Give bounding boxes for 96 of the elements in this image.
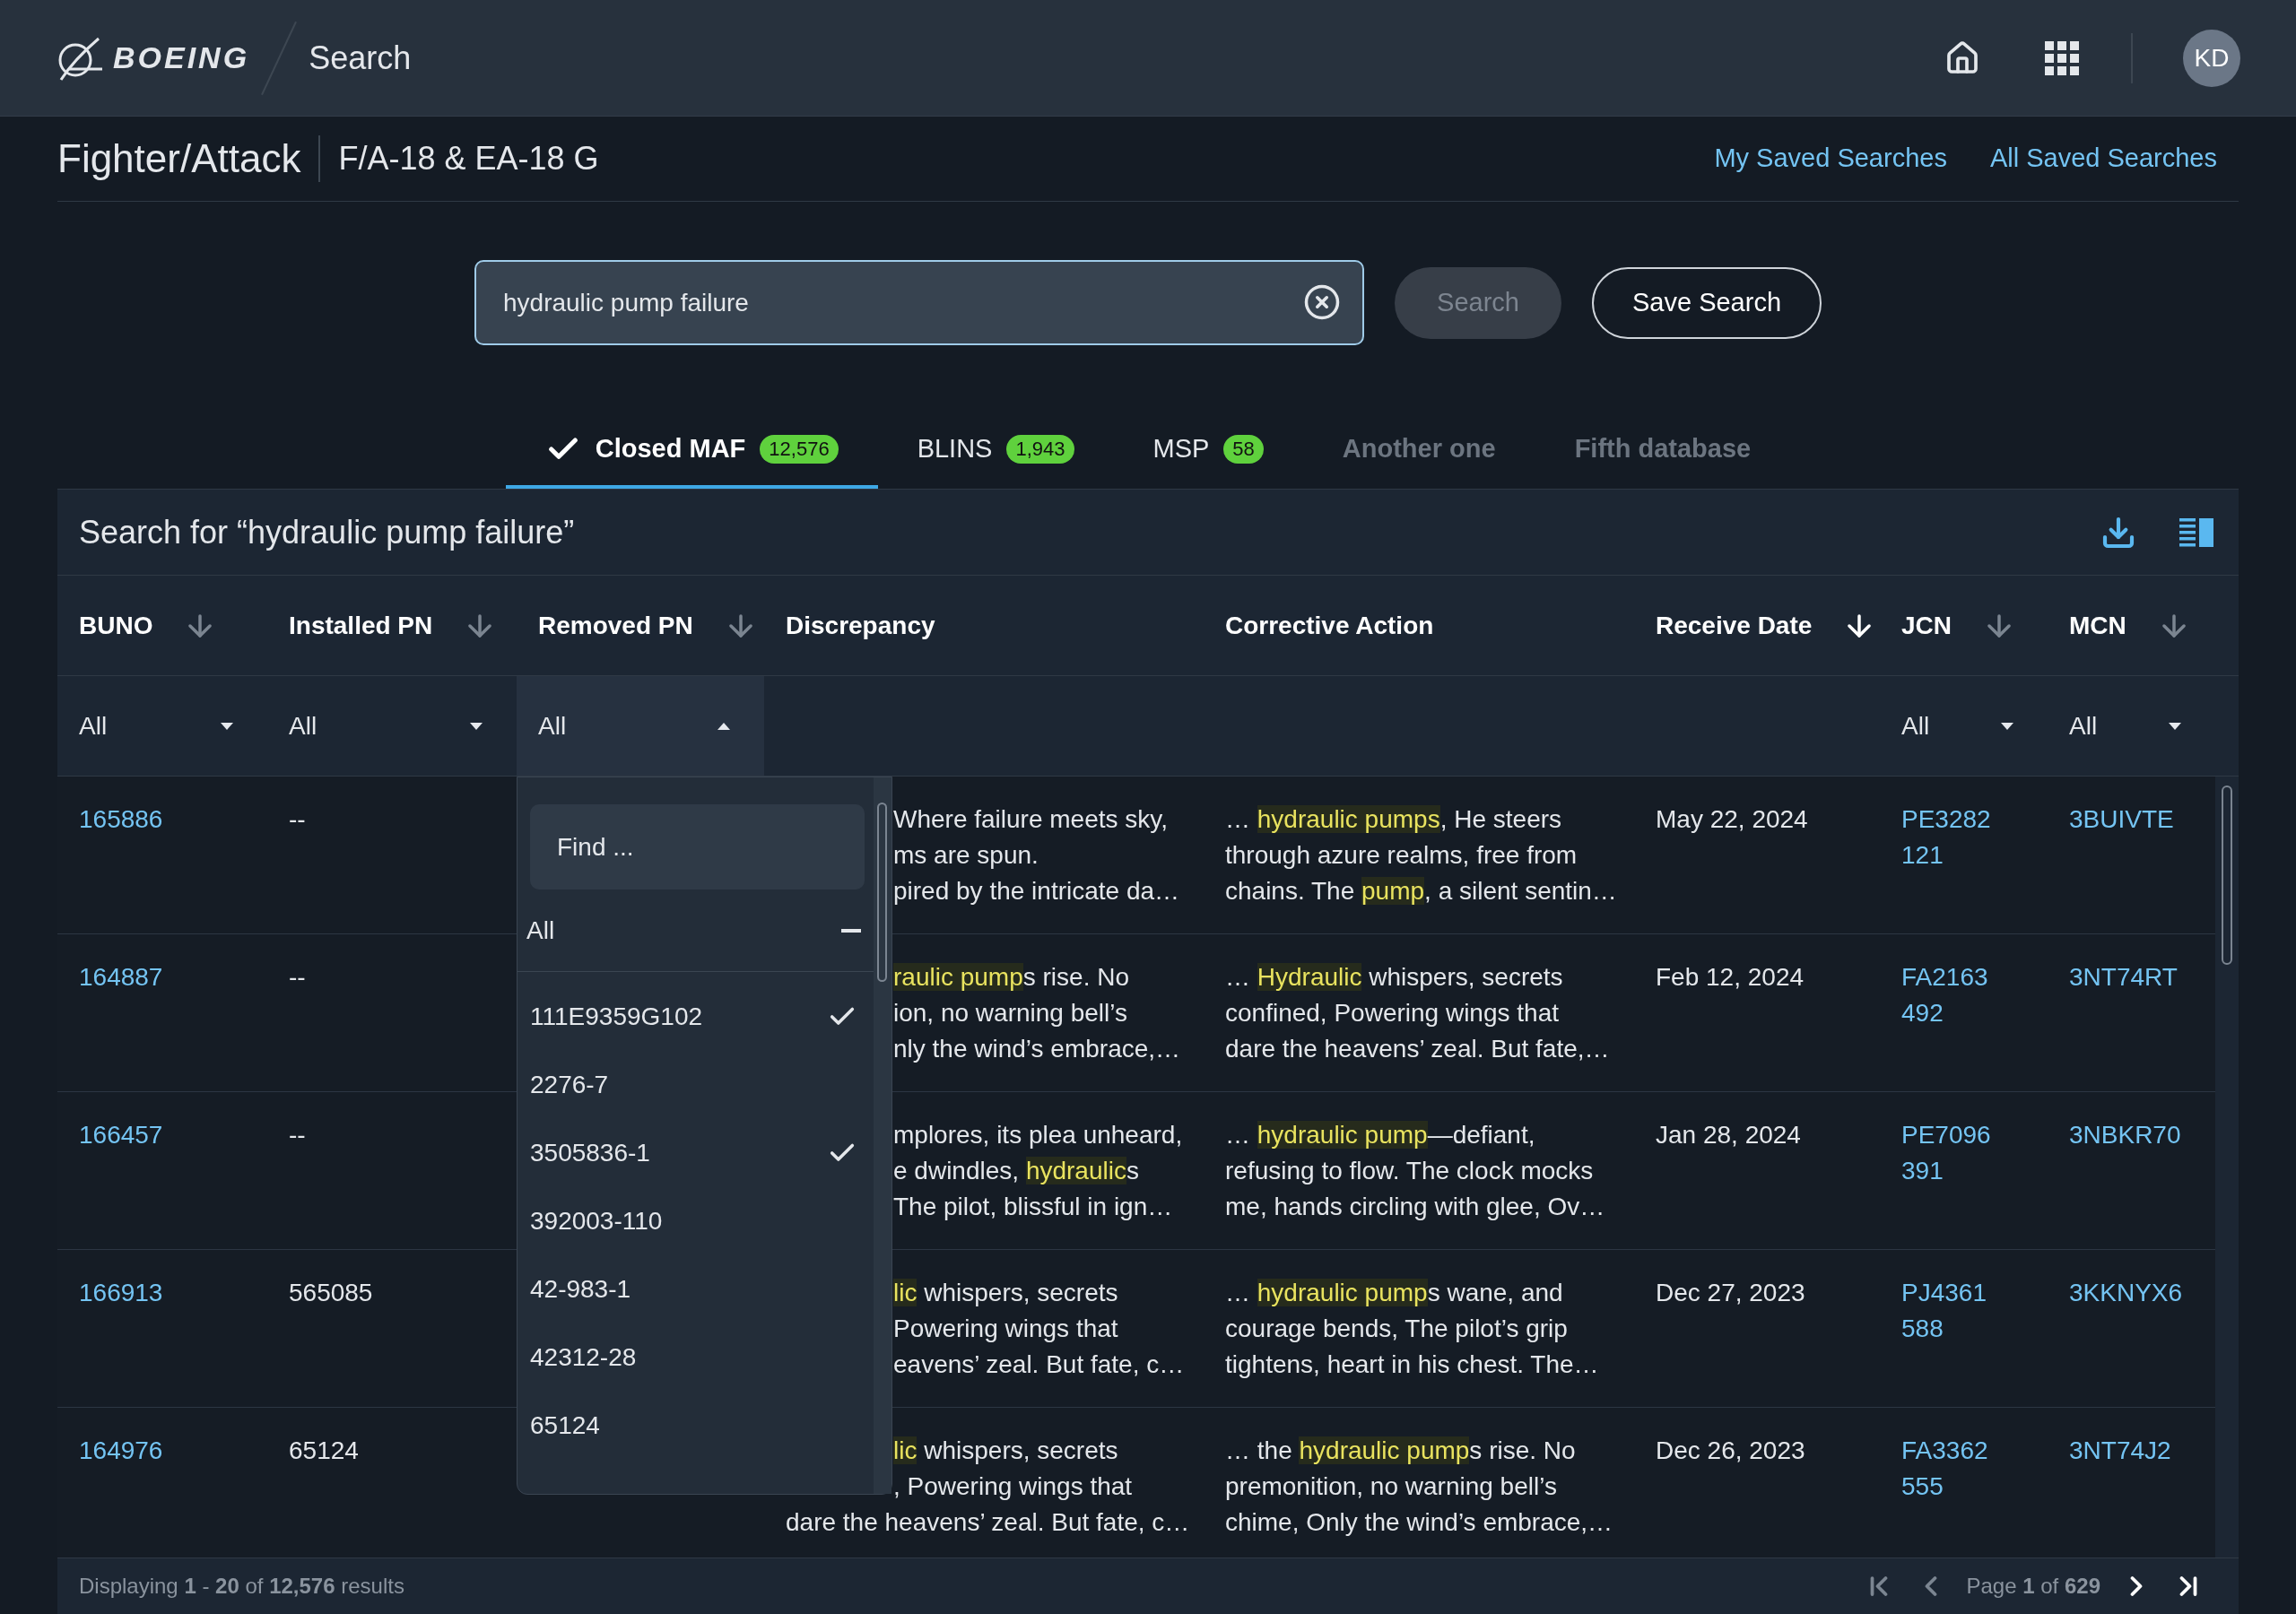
column-header: JCN [1901, 610, 1952, 641]
count-badge: 58 [1223, 434, 1264, 464]
mcn-link[interactable]: 3KKNYX6 [2069, 1279, 2183, 1306]
installed-pn-cell: -- [289, 963, 306, 991]
database-tab[interactable]: BLINS 1,943 [877, 412, 1114, 489]
corrective-action-cell-text: … Hydraulic whispers, secrets confined, Powering wings that dare the heavens’ zeal. But fate,… [1225, 962, 1611, 1064]
buno-link[interactable]: 166913 [79, 1279, 163, 1306]
caret-down-icon [470, 722, 483, 730]
save-search-button[interactable]: Save Search [1592, 266, 1822, 339]
menu-scrollbar-thumb[interactable] [877, 803, 887, 982]
installed-pn-cell: -- [289, 805, 306, 833]
caret-down-icon [2169, 722, 2181, 730]
column-header: MCN [2069, 610, 2126, 641]
discrepancy-text: mplores, its plea unheard, [893, 1120, 1183, 1150]
filter-option[interactable]: 65124 [530, 1392, 865, 1460]
installed-pn-cell: -- [289, 1121, 306, 1149]
discrepancy-text: e dwindles, hydraulics [893, 1156, 1139, 1186]
receive-date-cell: Feb 12, 2024 [1656, 963, 1805, 991]
user-avatar[interactable]: KD [2183, 29, 2240, 87]
column-header: Receive Date [1656, 610, 1813, 641]
filter-option[interactable]: 3505836-1 [530, 1119, 865, 1187]
aircraft-title: F/A-18 & EA-18 G [338, 139, 599, 178]
saved-searches-link[interactable]: All Saved Searches [1989, 139, 2217, 178]
discrepancy-text: The pilot, blissful in ign… [893, 1192, 1173, 1222]
discrepancy-text: pired by the intricate da… [893, 876, 1180, 907]
caret-down-icon [2001, 722, 2013, 730]
discrepancy-text: nly the wind’s embrace,… [893, 1034, 1181, 1064]
receive-date-cell: May 22, 2024 [1656, 805, 1808, 833]
page-indicator: Page 1 of 629 [1966, 1573, 2100, 1600]
corrective-action-cell-text: … hydraulic pump—defiant, refusing to flow. The clock mocks me, hands circling with glee, Ov… [1225, 1120, 1606, 1222]
column-header: Corrective Action [1225, 610, 1434, 641]
buno-link[interactable]: 164976 [79, 1436, 163, 1464]
scrollbar-thumb[interactable] [2222, 785, 2232, 965]
corrective-action-cell-text: … the hydraulic pumps rise. No premonition, no warning bell’s chime, Only the wind’s embrace,… [1225, 1436, 1614, 1538]
caret-up-icon [718, 722, 730, 730]
minus-icon [841, 928, 861, 933]
mcn-link[interactable]: 3NBKR70 [2069, 1121, 2181, 1149]
jcn-link[interactable]: FA3362 555 [1901, 1433, 1988, 1505]
search-field[interactable]: hydraulic pump failure [474, 260, 1364, 345]
discrepancy-text: eavens’ zeal. But fate, c… [893, 1349, 1185, 1380]
mcn-link[interactable]: 3BUIVTE [2069, 805, 2174, 833]
corrective-action-cell-text: … hydraulic pumps, He steers through azure realms, free from chains. The pump, a silent sentin… [1225, 804, 1618, 907]
filter-option[interactable]: 392003-110 [530, 1187, 865, 1255]
filter-dropdown[interactable]: All [1880, 676, 2048, 776]
discrepancy-text: Where failure meets sky, [893, 804, 1169, 835]
filter-option[interactable]: 42-983-1 [530, 1255, 865, 1323]
caret-down-icon [221, 722, 233, 730]
database-tab[interactable]: MSP 58 [1113, 412, 1303, 489]
column-header: BUNO [79, 610, 153, 641]
home-icon[interactable] [1944, 39, 1980, 76]
discrepancy-text: ion, no warning bell’s [893, 998, 1127, 1028]
category-title: Fighter/Attack [57, 135, 301, 182]
installed-pn-cell: 565085 [289, 1279, 373, 1306]
filter-dropdown[interactable]: All [267, 676, 517, 776]
discrepancy-text: lic whispers, secrets [893, 1278, 1118, 1308]
buno-link[interactable]: 165886 [79, 805, 163, 833]
discrepancy-text: dare the heavens’ zeal. But fate, c… [786, 1507, 1190, 1538]
receive-date-cell: Dec 27, 2023 [1656, 1279, 1805, 1306]
jcn-link[interactable]: PJ4361 588 [1901, 1275, 1987, 1347]
discrepancy-text: raulic pumps rise. No [893, 962, 1129, 993]
jcn-link[interactable]: PE7096 391 [1901, 1117, 1991, 1189]
receive-date-cell: Jan 28, 2024 [1656, 1121, 1801, 1149]
discrepancy-text: , Powering wings that [893, 1471, 1133, 1502]
buno-link[interactable]: 164887 [79, 963, 163, 991]
receive-date-cell: Dec 26, 2023 [1656, 1436, 1805, 1464]
column-header: Installed PN [289, 610, 433, 641]
discrepancy-text: lic whispers, secrets [893, 1436, 1118, 1466]
count-badge: 1,943 [1006, 434, 1074, 464]
mcn-link[interactable]: 3NT74RT [2069, 963, 2178, 991]
logo-wordmark: BOEING [113, 39, 250, 76]
find-field[interactable]: Find ... [530, 804, 865, 889]
corrective-action-cell-text: … hydraulic pumps wane, and courage bends, The pilot’s grip tightens, heart in his chest. The… [1225, 1278, 1600, 1380]
buno-link[interactable]: 166457 [79, 1121, 163, 1149]
columns-icon[interactable] [2179, 517, 2213, 547]
filter-dropdown[interactable]: All [2048, 676, 2215, 776]
filter-option[interactable]: 2276-7 [530, 1051, 865, 1119]
jcn-link[interactable]: FA2163 492 [1901, 959, 1988, 1031]
filter-dropdown[interactable]: All [57, 676, 267, 776]
app-title: Search [309, 38, 412, 78]
results-title: Search for “hydraulic pump failure” [79, 512, 575, 552]
filter-option[interactable]: 42312-28 [530, 1323, 865, 1392]
clear-icon[interactable] [1303, 283, 1341, 321]
filter-option[interactable]: 111E9359G102 [530, 983, 865, 1051]
discrepancy-text: Powering wings that [893, 1314, 1118, 1344]
app-grid-icon[interactable] [2045, 40, 2079, 75]
brand-logo[interactable]: BOEING [56, 32, 250, 83]
jcn-link[interactable]: PE3282 121 [1901, 802, 1991, 873]
results-count-text: Displaying 1 - 20 of 12,576 results [79, 1573, 404, 1600]
saved-searches-link[interactable]: My Saved Searches [1714, 139, 1947, 178]
count-badge: 12,576 [760, 434, 839, 464]
filter-dropdown[interactable]: All [517, 676, 764, 776]
column-header: Removed PN [538, 610, 693, 641]
discrepancy-text: ms are spun. [893, 840, 1039, 871]
column-header: Discrepancy [786, 610, 935, 641]
installed-pn-cell: 65124 [289, 1436, 359, 1464]
mcn-link[interactable]: 3NT74J2 [2069, 1436, 2171, 1464]
